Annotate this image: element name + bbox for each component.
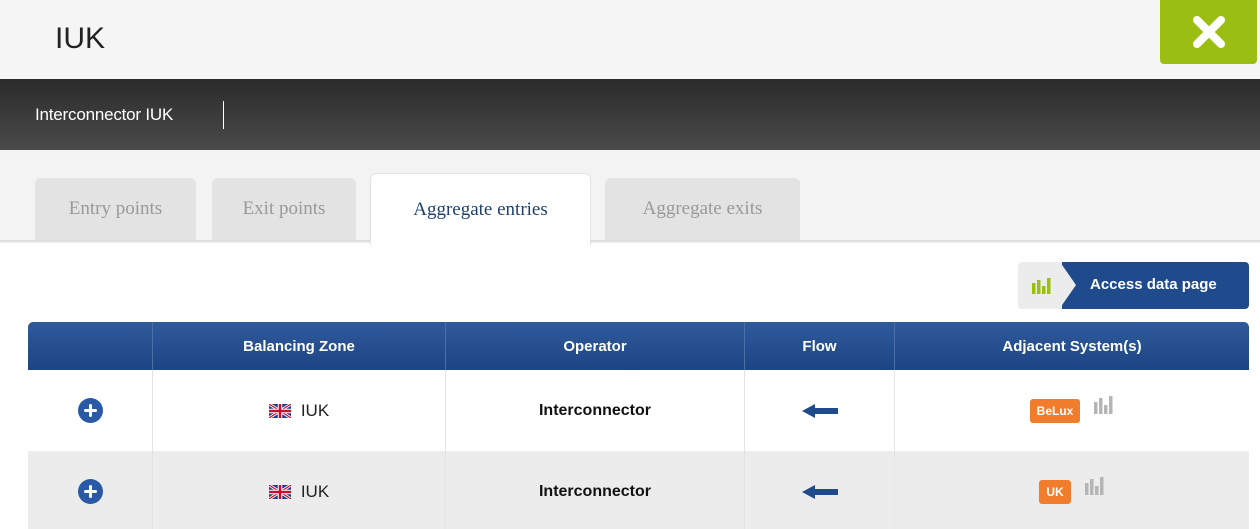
arrow-left-icon (801, 403, 838, 418)
operator-cell: Interconnector (445, 370, 744, 451)
tab-aggregate-entries[interactable]: Aggregate entries (370, 173, 591, 245)
operator-cell: Interconnector (445, 451, 744, 529)
expand-cell (28, 370, 152, 451)
tab-entry-points[interactable]: Entry points (35, 178, 196, 240)
column-header-expand (28, 322, 152, 370)
column-header-balancing-zone[interactable]: Balancing Zone (152, 322, 445, 370)
bar-chart-icon[interactable] (1084, 476, 1105, 495)
adjacent-system-badge-belux[interactable]: BeLux (1029, 398, 1081, 423)
uk-flag-icon (268, 484, 291, 499)
operator-value: Interconnector (538, 482, 651, 500)
bar-chart-icon[interactable] (1094, 395, 1114, 414)
tab-divider (0, 240, 1260, 243)
plus-icon (83, 404, 97, 417)
page-header: IUK (0, 0, 1260, 79)
tab-exit-points[interactable]: Exit points (212, 178, 356, 240)
column-header-operator[interactable]: Operator (445, 322, 744, 370)
nav-item-interconnector[interactable]: Interconnector IUK (35, 105, 173, 125)
operator-value: Interconnector (538, 401, 651, 419)
close-button[interactable] (1160, 0, 1257, 64)
table-row: IUK Interconnector UK (28, 451, 1249, 529)
flow-cell (744, 370, 894, 451)
access-arrow-shape (1060, 262, 1076, 308)
close-x-icon (1192, 16, 1225, 48)
balancing-zone-cell: IUK (152, 451, 445, 529)
table-header: Balancing Zone Operator Flow Adjacent Sy… (28, 322, 1249, 370)
expand-row-button[interactable] (77, 479, 103, 504)
balancing-zone-value: IUK (300, 481, 330, 501)
uk-flag-icon (268, 403, 291, 418)
adjacent-system-badge-uk[interactable]: UK (1039, 479, 1071, 504)
access-data-page-button[interactable]: Access data page (1018, 262, 1249, 309)
balancing-zone-cell: IUK (152, 370, 445, 451)
arrow-left-icon (801, 484, 838, 499)
flow-cell (744, 451, 894, 529)
tab-aggregate-exits[interactable]: Aggregate exits (605, 178, 800, 240)
access-data-page-label: Access data page (1090, 276, 1217, 293)
aggregate-entries-table: Balancing Zone Operator Flow Adjacent Sy… (28, 322, 1249, 529)
nav-bar: Interconnector IUK (0, 79, 1260, 150)
table-row: IUK Interconnector BeLux (28, 370, 1249, 451)
access-icon-box (1018, 262, 1066, 309)
expand-cell (28, 451, 152, 529)
balancing-zone-value: IUK (300, 400, 330, 420)
nav-separator (223, 101, 224, 129)
bar-chart-icon (1032, 277, 1051, 294)
expand-row-button[interactable] (77, 398, 103, 423)
adjacent-systems-cell: BeLux (894, 370, 1249, 451)
column-header-flow[interactable]: Flow (744, 322, 894, 370)
column-header-adjacent-systems[interactable]: Adjacent System(s) (894, 322, 1249, 370)
plus-icon (83, 485, 97, 498)
adjacent-systems-cell: UK (894, 451, 1249, 529)
page-title: IUK (55, 22, 106, 55)
